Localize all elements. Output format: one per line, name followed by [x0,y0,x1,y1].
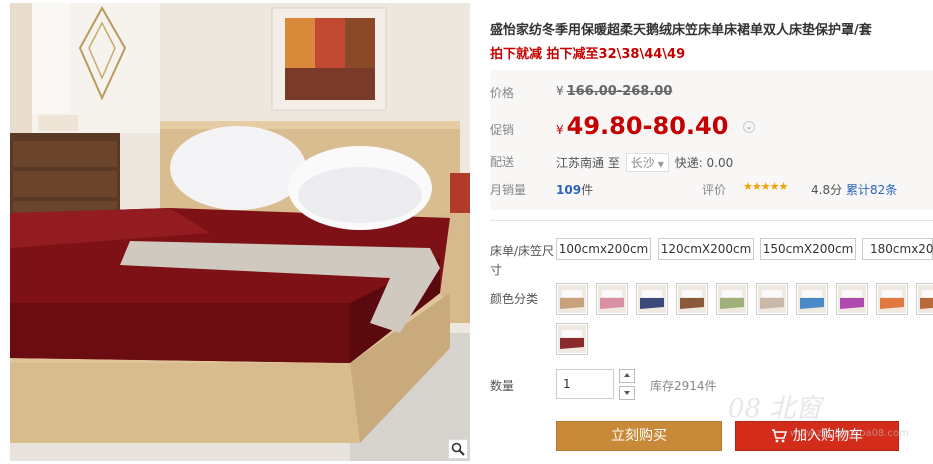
color-swatch[interactable] [556,323,588,355]
color-swatch[interactable] [676,283,708,315]
rating-score: 4.8分 [811,183,843,197]
rating-stars-icon: ★★★★★ [743,180,788,193]
currency-symbol: ¥ [556,123,564,137]
color-swatch[interactable] [596,283,628,315]
size-label: 床单/床笠尺寸 [490,244,555,277]
shipping-fee: 快递: 0.00 [674,156,734,170]
shipping-info: 江苏南通 至 长沙 ▼ 快递: 0.00 [556,153,733,172]
size-option[interactable]: 120cmX200cm [658,238,754,260]
sales-count: 109 [556,183,582,197]
product-title: 盛怡家纺冬季用保暖超柔天鹅绒床笠床单床裙单双人床垫保护罩/套 [490,23,872,38]
cart-icon [772,429,787,443]
stock-count: 库存2914件 [650,379,717,393]
orig-price: ¥166.00-268.00 [556,84,672,99]
quantity-label: 数量 [490,379,515,393]
caret-down-icon: ▼ [657,160,664,169]
swatch-thumbnail [638,285,666,313]
watermark-url: www.zhuangjiba08.com [790,428,909,439]
swatch-thumbnail [558,285,586,313]
product-image[interactable] [10,3,470,461]
swatch-thumbnail [718,285,746,313]
swatch-thumbnail [838,285,866,313]
size-option[interactable]: 150cmX200cm [760,238,856,260]
monthly-sales-label: 月销量 [490,183,527,197]
zoom-button[interactable] [448,439,468,459]
divider [490,220,933,221]
review-count-link[interactable]: 累计82条 [846,181,897,198]
watermark: 08 北窗 [728,394,822,424]
quantity-decrement-button[interactable] [619,386,635,400]
product-info-panel: 盛怡家纺冬季用保暖超柔天鹅绒床笠床单床裙单双人床垫保护罩/套 拍下就减 拍下减至… [490,0,933,464]
destination-value: 长沙 [630,156,655,170]
quantity-increment-button[interactable] [619,369,635,383]
review-label: 评价 [702,183,727,197]
swatch-thumbnail [918,285,933,313]
bedroom-photo [10,3,470,461]
destination-select[interactable]: 长沙 ▼ [625,153,669,172]
ship-to-label: 至 [607,156,620,170]
swatch-thumbnail [558,325,586,353]
buy-now-button[interactable]: 立刻购买 [556,421,722,451]
size-option[interactable]: 100cmx200cm [556,238,651,260]
shipping-label: 配送 [490,155,515,169]
color-label: 颜色分类 [490,292,539,306]
color-swatch[interactable] [756,283,788,315]
chevron-down-icon[interactable]: ⌄ [743,121,755,133]
currency-symbol: ¥ [556,84,564,98]
swatch-thumbnail [758,285,786,313]
color-swatch[interactable] [836,283,868,315]
swatch-thumbnail [798,285,826,313]
swatch-thumbnail [878,285,906,313]
color-swatch[interactable] [796,283,828,315]
size-option[interactable]: 180cmx200cm [862,238,933,260]
sales-unit: 件 [581,183,594,197]
orig-price-label: 价格 [490,86,515,100]
promo-price: ¥49.80-80.40 [556,112,728,140]
color-swatch[interactable] [916,283,933,315]
promo-price-label: 促销 [490,123,515,137]
color-swatch[interactable] [716,283,748,315]
quantity-input[interactable] [556,369,614,399]
promo-line: 拍下就减 拍下减至32\38\44\49 [490,47,686,62]
monthly-sales: 109件 [556,181,593,198]
color-swatch[interactable] [636,283,668,315]
promo-price-value: 49.80-80.40 [566,112,729,140]
ship-from: 江苏南通 [556,156,605,170]
color-swatch[interactable] [556,283,588,315]
swatch-thumbnail [598,285,626,313]
magnifier-icon [451,442,465,456]
swatch-thumbnail [678,285,706,313]
orig-price-value: 166.00-268.00 [566,84,673,99]
color-swatch[interactable] [876,283,908,315]
